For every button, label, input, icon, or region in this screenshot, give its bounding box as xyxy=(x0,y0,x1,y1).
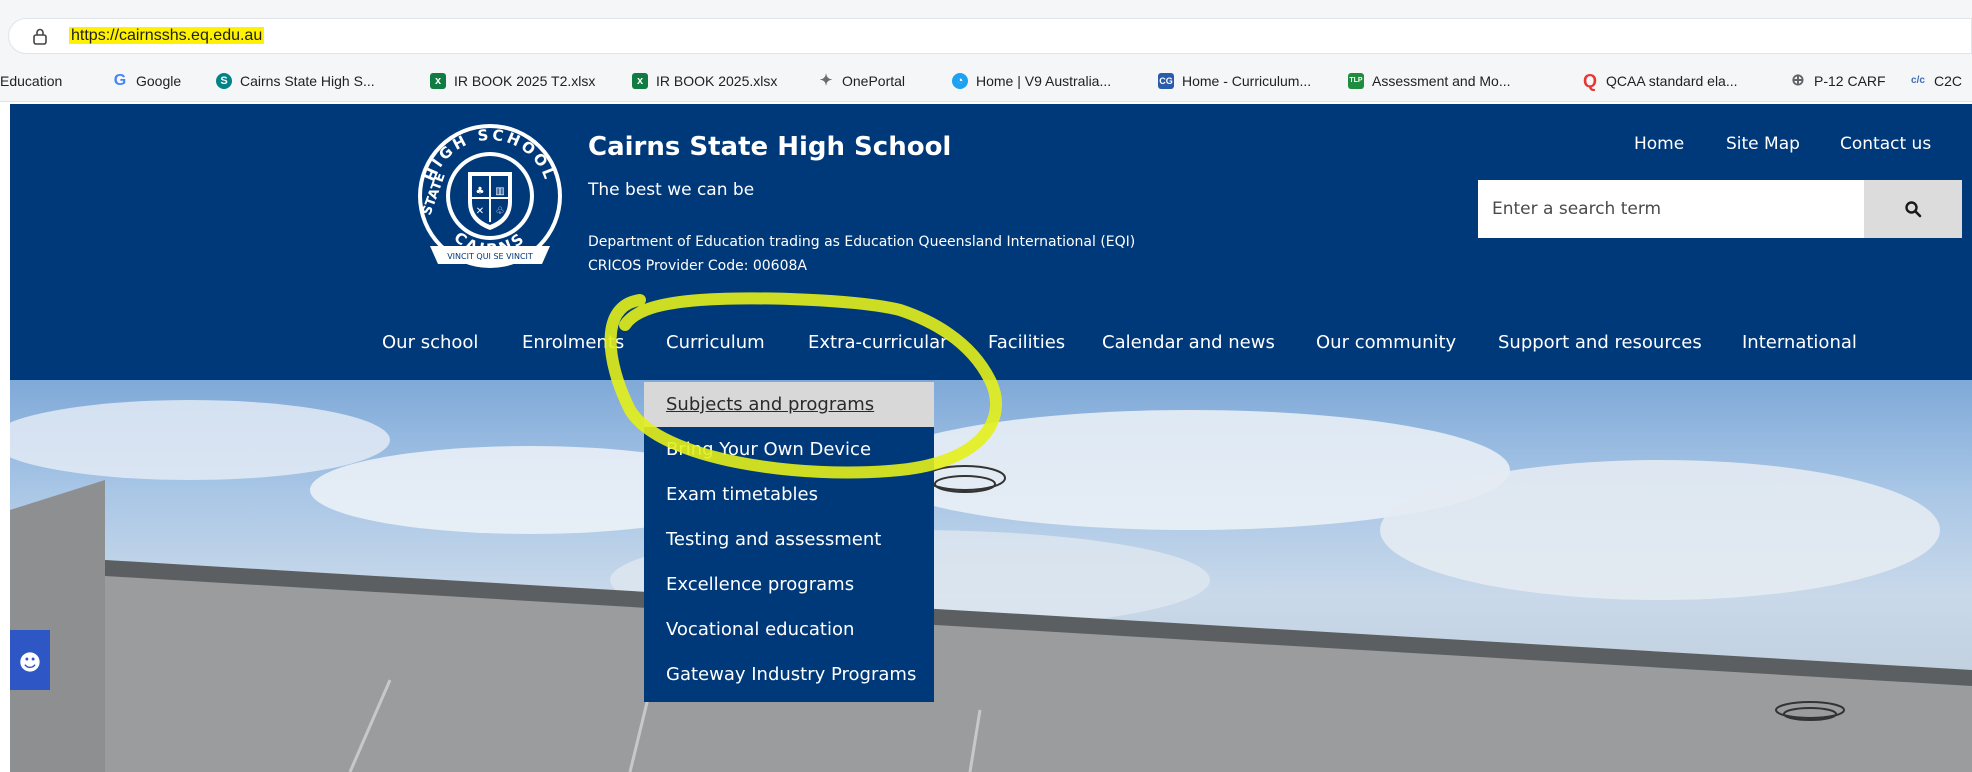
search-button[interactable] xyxy=(1864,180,1962,238)
school-crest-logo[interactable]: ♣ ▥ ✕ ♧ HIGH SCHOOL STATE CAIRNS VINCIT … xyxy=(410,118,570,278)
bookmark-cairns-shs[interactable]: S Cairns State High S... xyxy=(216,70,375,92)
bookmark-label: IR BOOK 2025 T2.xlsx xyxy=(454,73,596,89)
qcaa-icon: Q xyxy=(1582,71,1597,91)
nav-our-community[interactable]: Our community xyxy=(1316,332,1456,353)
url-text[interactable]: https://cairnsshs.eq.edu.au xyxy=(69,27,265,45)
bookmark-label: C2C xyxy=(1934,73,1963,89)
search-icon xyxy=(1905,201,1922,218)
site-header: ♣ ▥ ✕ ♧ HIGH SCHOOL STATE CAIRNS VINCIT … xyxy=(10,104,1972,380)
bookmark-label: Education xyxy=(0,73,63,89)
bookmark-google[interactable]: G Google xyxy=(112,70,181,92)
address-bar-row: https://cairnsshs.eq.edu.au xyxy=(0,0,1972,58)
bookmark-label: P-12 CARF xyxy=(1814,73,1886,89)
menu-item-vocational-education[interactable]: Vocational education xyxy=(644,607,934,652)
menu-item-subjects-and-programs[interactable]: Subjects and programs xyxy=(644,382,934,427)
hero-illustration: ☻ xyxy=(10,400,1972,772)
nav-facilities[interactable]: Facilities xyxy=(988,332,1065,353)
site-map-link[interactable]: Site Map xyxy=(1726,134,1800,154)
google-icon: G xyxy=(113,72,127,89)
bookmark-label: OnePortal xyxy=(842,73,906,89)
bookmark-label: Google xyxy=(136,73,182,89)
nav-extra-curricular[interactable]: Extra-curricular xyxy=(808,332,948,353)
bookmark-p12-carf[interactable]: ⊕ P-12 CARF xyxy=(1790,70,1886,92)
bookmark-v9-australia[interactable]: ◔ Home | V9 Australia... xyxy=(952,70,1111,92)
svg-text:☻: ☻ xyxy=(19,651,42,676)
svg-text:♣: ♣ xyxy=(476,186,485,197)
menu-item-gateway-industry-programs[interactable]: Gateway Industry Programs xyxy=(644,652,934,697)
menu-item-excellence-programs[interactable]: Excellence programs xyxy=(644,562,934,607)
search-input[interactable] xyxy=(1478,180,1864,238)
bookmark-oneportal[interactable]: ✦ OnePortal xyxy=(818,70,905,92)
department-line: Department of Education trading as Educa… xyxy=(588,234,1136,250)
tlp-icon: TLP xyxy=(1348,73,1364,89)
sharepoint-icon: S xyxy=(216,73,232,89)
nav-our-school[interactable]: Our school xyxy=(382,332,478,353)
logo-motto: VINCIT QUI SE VINCIT xyxy=(447,252,533,261)
v9-icon: ◔ xyxy=(952,73,968,89)
excel-icon: x xyxy=(632,73,648,89)
bookmark-home-curriculum[interactable]: CG Home - Curriculum... xyxy=(1158,70,1311,92)
cg-icon: CG xyxy=(1158,73,1174,89)
bookmark-assessment[interactable]: TLP Assessment and Mo... xyxy=(1348,70,1511,92)
oneportal-icon: ✦ xyxy=(819,72,833,89)
address-bar[interactable]: https://cairnsshs.eq.edu.au xyxy=(8,18,1972,54)
bookmark-ir-book-t2[interactable]: x IR BOOK 2025 T2.xlsx xyxy=(430,70,595,92)
home-link[interactable]: Home xyxy=(1634,134,1684,154)
bookmark-c2c[interactable]: c/c C2C xyxy=(1910,70,1962,92)
bookmark-label: Assessment and Mo... xyxy=(1372,73,1511,89)
school-tagline: The best we can be xyxy=(588,180,755,200)
svg-text:✕: ✕ xyxy=(476,206,484,217)
menu-item-exam-timetables[interactable]: Exam timetables xyxy=(644,472,934,517)
bookmarks-bar: Education G Google S Cairns State High S… xyxy=(0,58,1972,102)
c2c-icon: c/c xyxy=(1911,75,1925,86)
svg-text:▥: ▥ xyxy=(495,186,504,197)
nav-curriculum[interactable]: Curriculum xyxy=(666,332,765,353)
bookmark-label: Home - Curriculum... xyxy=(1182,73,1312,89)
bookmark-ir-book[interactable]: x IR BOOK 2025.xlsx xyxy=(632,70,777,92)
bookmark-qcaa[interactable]: Q QCAA standard ela... xyxy=(1582,70,1738,92)
nav-enrolments[interactable]: Enrolments xyxy=(522,332,624,353)
curriculum-dropdown-menu: Subjects and programs Bring Your Own Dev… xyxy=(644,382,934,702)
contact-us-link[interactable]: Contact us xyxy=(1840,134,1931,154)
menu-item-testing-and-assessment[interactable]: Testing and assessment xyxy=(644,517,934,562)
nav-support-and-resources[interactable]: Support and resources xyxy=(1498,332,1702,353)
nav-international[interactable]: International xyxy=(1742,332,1857,353)
school-name[interactable]: Cairns State High School xyxy=(588,132,951,162)
hero-image: ☻ xyxy=(10,380,1972,772)
svg-text:♧: ♧ xyxy=(496,206,505,217)
bookmark-label: IR BOOK 2025.xlsx xyxy=(656,73,778,89)
nav-calendar-and-news[interactable]: Calendar and news xyxy=(1102,332,1275,353)
cricos-line: CRICOS Provider Code: 00608A xyxy=(588,258,807,274)
site-info-icon[interactable] xyxy=(31,27,49,45)
url-highlight: https://cairnsshs.eq.edu.au xyxy=(69,27,265,44)
bookmark-label: Home | V9 Australia... xyxy=(976,73,1112,89)
globe-icon: ⊕ xyxy=(1791,72,1805,89)
bookmark-label: Cairns State High S... xyxy=(240,73,375,89)
menu-item-byod[interactable]: Bring Your Own Device xyxy=(644,427,934,472)
bookmark-education[interactable]: Education xyxy=(0,70,62,92)
excel-icon: x xyxy=(430,73,446,89)
bookmark-label: QCAA standard ela... xyxy=(1606,73,1738,89)
